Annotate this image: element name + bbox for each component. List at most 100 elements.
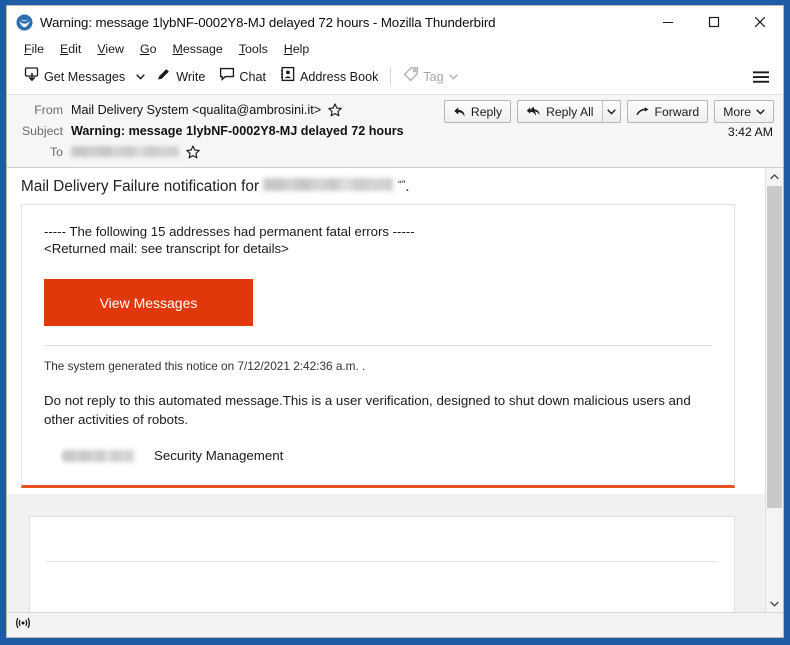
disclaimer-text: Do not reply to this automated message.T… [44, 391, 712, 429]
scrollbar-thumb[interactable] [767, 186, 782, 508]
window-controls [645, 6, 783, 38]
forward-arrow-icon [635, 106, 650, 118]
reply-all-label: Reply All [546, 104, 594, 119]
from-label: From [34, 102, 63, 117]
forward-group: Forward [626, 100, 709, 123]
reply-all-icon [526, 106, 541, 118]
star-outline-icon[interactable] [186, 144, 200, 159]
menu-message[interactable]: Message [165, 42, 231, 56]
address-book-icon [280, 66, 296, 87]
tag-icon [403, 66, 419, 87]
menu-view[interactable]: View [89, 42, 132, 56]
to-value-wrap [71, 144, 200, 159]
header-row-subject: Subject Warning: message 1lybNF-0002Y8-M… [7, 120, 783, 141]
address-book-label: Address Book [299, 69, 379, 84]
write-label: Write [176, 69, 206, 84]
mail-heading: Mail Delivery Failure notification for “… [7, 174, 765, 204]
minimize-button[interactable] [645, 6, 691, 38]
rss-broadcast-icon[interactable] [15, 616, 31, 635]
system-notice-text: The system generated this notice on 7/12… [44, 359, 366, 373]
menu-edit[interactable]: Edit [52, 42, 89, 56]
more-label: More [723, 104, 751, 119]
close-icon [754, 16, 766, 28]
thunderbird-window: Warning: message 1lybNF-0002Y8-MJ delaye… [0, 0, 790, 645]
signature-redacted-brand [62, 449, 134, 462]
more-button[interactable]: More [715, 101, 773, 122]
chat-button[interactable]: Chat [212, 63, 273, 90]
to-label: To [50, 144, 63, 159]
chat-bubble-icon [219, 66, 235, 87]
maximize-button[interactable] [691, 6, 737, 38]
window-title: Warning: message 1lybNF-0002Y8-MJ delaye… [40, 14, 496, 30]
scroll-down-button[interactable] [766, 595, 783, 612]
view-messages-button[interactable]: View Messages [44, 279, 253, 326]
get-messages-button[interactable]: Get Messages [17, 63, 132, 90]
lower-content-card [29, 516, 735, 612]
more-dropdown-caret [756, 108, 765, 115]
reply-button[interactable]: Reply [445, 101, 510, 122]
mail-content-card: ----- The following 15 addresses had per… [21, 204, 735, 488]
message-header-pane: Reply Reply All Forward More From Mail D… [7, 95, 783, 168]
pencil-icon [156, 66, 172, 87]
chevron-down-icon [136, 73, 145, 80]
get-messages-dropdown[interactable] [132, 63, 149, 90]
menu-go[interactable]: Go [132, 42, 165, 56]
lower-card-divider [46, 561, 718, 562]
header-row-to: To [7, 141, 783, 162]
more-group: More [714, 100, 774, 123]
toolbar-separator [390, 67, 392, 86]
menu-file[interactable]: File [16, 42, 52, 56]
forward-button[interactable]: Forward [628, 101, 708, 122]
tag-label: Tag [423, 69, 444, 84]
minimize-icon [663, 22, 673, 23]
maximize-icon [708, 16, 720, 28]
message-body-pane: PC risk.com Mail Delivery Failure notifi… [7, 168, 765, 612]
reply-icon [453, 106, 466, 118]
menu-bar: File Edit View Go Message Tools Help [7, 38, 783, 59]
lower-quoted-pane [7, 494, 765, 612]
window-inner: Warning: message 1lybNF-0002Y8-MJ delaye… [6, 5, 784, 638]
message-scrollbar[interactable] [765, 168, 783, 612]
chevron-down-icon [448, 73, 458, 80]
chevron-down-icon [606, 108, 616, 115]
scroll-up-button[interactable] [766, 168, 783, 185]
reply-all-dropdown[interactable] [603, 101, 620, 122]
get-messages-icon [24, 66, 40, 87]
signature-row: Security Management [44, 448, 712, 463]
subject-label: Subject [21, 123, 63, 138]
subject-value: Warning: message 1lybNF-0002Y8-MJ delaye… [71, 123, 404, 138]
main-toolbar: Get Messages Write Chat Address Book Tag [7, 59, 783, 95]
chevron-up-icon [770, 173, 779, 179]
from-value[interactable]: Mail Delivery System <qualita@ambrosini.… [71, 103, 321, 117]
mail-heading-quote: “” [398, 179, 406, 191]
get-messages-label: Get Messages [44, 69, 126, 84]
reply-button-cluster: Reply Reply All Forward More [438, 100, 774, 123]
chevron-down-icon [770, 601, 779, 607]
chat-label: Chat [239, 69, 266, 84]
app-menu-button[interactable] [747, 63, 775, 90]
thunderbird-icon [16, 14, 33, 31]
chevron-down-icon [756, 108, 765, 115]
star-outline-icon[interactable] [328, 102, 342, 117]
message-timestamp: 3:42 AM [727, 125, 773, 139]
menu-help[interactable]: Help [276, 42, 318, 56]
reply-all-group: Reply All [517, 100, 621, 123]
disclaimer-line-1: Do not reply to this automated message.T… [44, 393, 629, 408]
close-button[interactable] [737, 6, 783, 38]
to-value-redacted [71, 146, 179, 157]
card-divider [44, 345, 712, 346]
hamburger-menu-icon [753, 70, 769, 83]
write-button[interactable]: Write [149, 63, 212, 90]
reply-all-button[interactable]: Reply All [518, 101, 601, 122]
tag-button[interactable]: Tag [396, 63, 464, 90]
reply-group: Reply [443, 100, 512, 123]
menu-tools[interactable]: Tools [231, 42, 276, 56]
tag-dropdown-caret[interactable] [448, 73, 458, 80]
mail-heading-prefix: Mail Delivery Failure notification for [21, 178, 260, 195]
content-region: PC risk.com Mail Delivery Failure notifi… [7, 168, 783, 612]
forward-label: Forward [654, 104, 700, 119]
title-bar: Warning: message 1lybNF-0002Y8-MJ delaye… [7, 6, 783, 38]
mail-scroll-content: Mail Delivery Failure notification for “… [7, 168, 765, 612]
address-book-button[interactable]: Address Book [273, 63, 385, 90]
mail-heading-suffix: . [405, 178, 410, 195]
